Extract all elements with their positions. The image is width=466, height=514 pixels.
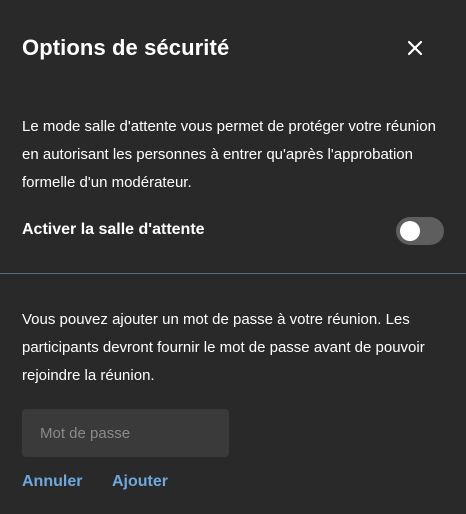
close-icon	[407, 40, 423, 56]
add-button[interactable]: Ajouter	[112, 473, 168, 491]
dialog-header: Options de sécurité	[22, 31, 444, 67]
password-input[interactable]	[22, 409, 229, 457]
dialog-title: Options de sécurité	[22, 35, 230, 60]
lobby-toggle-row: Activer la salle d'attente	[22, 217, 444, 245]
password-description: Vous pouvez ajouter un mot de passe à vo…	[22, 311, 425, 384]
lobby-toggle[interactable]	[396, 217, 444, 245]
toggle-knob	[400, 221, 420, 241]
lobby-toggle-label: Activer la salle d'attente	[22, 221, 205, 238]
close-button[interactable]	[402, 35, 428, 61]
cancel-button[interactable]: Annuler	[22, 473, 82, 491]
security-options-dialog: Options de sécurité Le mode salle d'atte…	[0, 0, 466, 514]
lobby-description: Le mode salle d'attente vous permet de p…	[22, 118, 436, 191]
section-divider	[0, 273, 466, 274]
